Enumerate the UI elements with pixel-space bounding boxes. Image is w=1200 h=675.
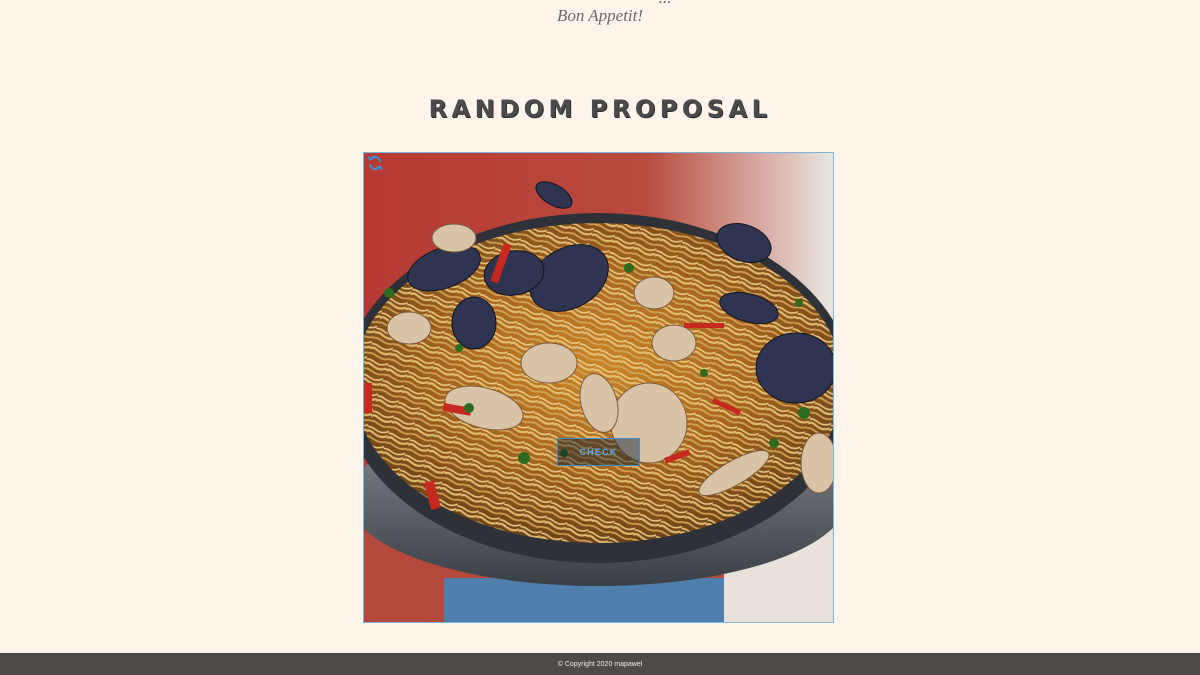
page: ... Bon Appetit! RANDOM PROPOSAL — [0, 0, 1200, 675]
random-proposal-card: CHECK — [363, 152, 834, 623]
random-proposal-header: RANDOM PROPOSAL — [0, 95, 1200, 123]
refresh-icon[interactable] — [367, 155, 383, 171]
footer-copyright: © Copyright 2020 mapawel — [557, 660, 643, 668]
intro-signoff: Bon Appetit! — [556, 6, 644, 25]
section-title: RANDOM PROPOSAL — [423, 95, 778, 123]
footer: © Copyright 2020 mapawel — [0, 653, 1200, 675]
food-photo — [364, 153, 833, 622]
check-button[interactable]: CHECK — [557, 438, 640, 466]
